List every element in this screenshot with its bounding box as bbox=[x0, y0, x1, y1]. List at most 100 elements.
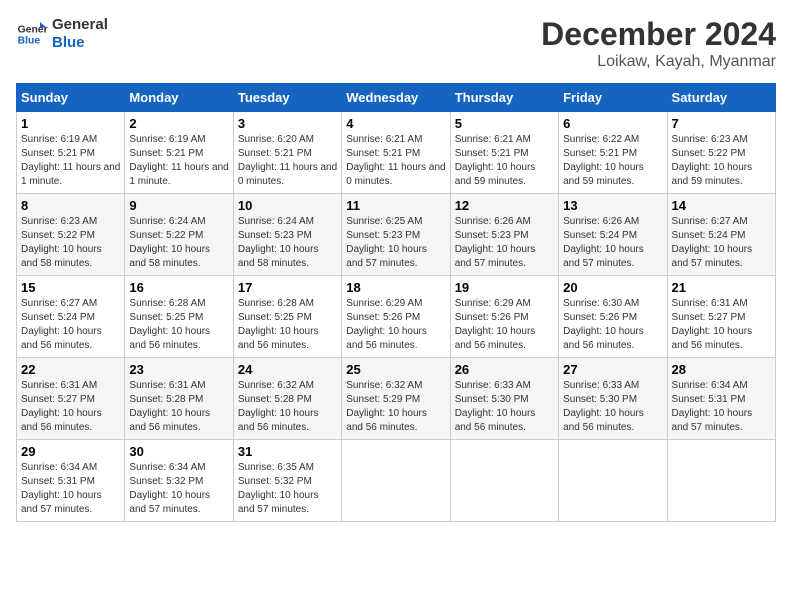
day-detail: Sunrise: 6:34 AM Sunset: 5:32 PM Dayligh… bbox=[129, 461, 228, 517]
day-cell: 31 Sunrise: 6:35 AM Sunset: 5:32 PM Dayl… bbox=[233, 440, 341, 522]
day-detail: Sunrise: 6:31 AM Sunset: 5:27 PM Dayligh… bbox=[672, 297, 771, 353]
day-number: 1 bbox=[21, 116, 120, 131]
page-header: General Blue General Blue December 2024 … bbox=[16, 16, 776, 71]
calendar-header-row: SundayMondayTuesdayWednesdayThursdayFrid… bbox=[17, 84, 776, 112]
day-detail: Sunrise: 6:32 AM Sunset: 5:28 PM Dayligh… bbox=[238, 379, 337, 435]
day-cell: 22 Sunrise: 6:31 AM Sunset: 5:27 PM Dayl… bbox=[17, 358, 125, 440]
weekday-header-friday: Friday bbox=[559, 84, 667, 112]
day-detail: Sunrise: 6:34 AM Sunset: 5:31 PM Dayligh… bbox=[21, 461, 120, 517]
day-cell: 15 Sunrise: 6:27 AM Sunset: 5:24 PM Dayl… bbox=[17, 276, 125, 358]
weekday-header-saturday: Saturday bbox=[667, 84, 775, 112]
day-cell: 9 Sunrise: 6:24 AM Sunset: 5:22 PM Dayli… bbox=[125, 194, 233, 276]
day-detail: Sunrise: 6:26 AM Sunset: 5:23 PM Dayligh… bbox=[455, 215, 554, 271]
day-detail: Sunrise: 6:19 AM Sunset: 5:21 PM Dayligh… bbox=[21, 133, 120, 189]
day-cell: 30 Sunrise: 6:34 AM Sunset: 5:32 PM Dayl… bbox=[125, 440, 233, 522]
day-number: 7 bbox=[672, 116, 771, 131]
day-number: 31 bbox=[238, 444, 337, 459]
weekday-header-wednesday: Wednesday bbox=[342, 84, 450, 112]
day-cell bbox=[450, 440, 558, 522]
day-detail: Sunrise: 6:34 AM Sunset: 5:31 PM Dayligh… bbox=[672, 379, 771, 435]
week-row-2: 8 Sunrise: 6:23 AM Sunset: 5:22 PM Dayli… bbox=[17, 194, 776, 276]
day-detail: Sunrise: 6:21 AM Sunset: 5:21 PM Dayligh… bbox=[346, 133, 445, 189]
day-detail: Sunrise: 6:20 AM Sunset: 5:21 PM Dayligh… bbox=[238, 133, 337, 189]
day-cell: 24 Sunrise: 6:32 AM Sunset: 5:28 PM Dayl… bbox=[233, 358, 341, 440]
weekday-header-sunday: Sunday bbox=[17, 84, 125, 112]
day-detail: Sunrise: 6:19 AM Sunset: 5:21 PM Dayligh… bbox=[129, 133, 228, 189]
location-title: Loikaw, Kayah, Myanmar bbox=[541, 53, 776, 71]
logo-general: General bbox=[52, 16, 108, 34]
day-number: 27 bbox=[563, 362, 662, 377]
logo: General Blue General Blue bbox=[16, 16, 108, 52]
day-cell: 7 Sunrise: 6:23 AM Sunset: 5:22 PM Dayli… bbox=[667, 112, 775, 194]
day-number: 15 bbox=[21, 280, 120, 295]
day-cell: 28 Sunrise: 6:34 AM Sunset: 5:31 PM Dayl… bbox=[667, 358, 775, 440]
day-number: 30 bbox=[129, 444, 228, 459]
month-title: December 2024 bbox=[541, 16, 776, 53]
day-number: 18 bbox=[346, 280, 445, 295]
day-detail: Sunrise: 6:33 AM Sunset: 5:30 PM Dayligh… bbox=[455, 379, 554, 435]
day-detail: Sunrise: 6:23 AM Sunset: 5:22 PM Dayligh… bbox=[672, 133, 771, 189]
day-detail: Sunrise: 6:31 AM Sunset: 5:27 PM Dayligh… bbox=[21, 379, 120, 435]
week-row-5: 29 Sunrise: 6:34 AM Sunset: 5:31 PM Dayl… bbox=[17, 440, 776, 522]
day-number: 8 bbox=[21, 198, 120, 213]
day-number: 5 bbox=[455, 116, 554, 131]
day-detail: Sunrise: 6:24 AM Sunset: 5:22 PM Dayligh… bbox=[129, 215, 228, 271]
day-cell: 8 Sunrise: 6:23 AM Sunset: 5:22 PM Dayli… bbox=[17, 194, 125, 276]
day-number: 13 bbox=[563, 198, 662, 213]
day-number: 26 bbox=[455, 362, 554, 377]
week-row-1: 1 Sunrise: 6:19 AM Sunset: 5:21 PM Dayli… bbox=[17, 112, 776, 194]
day-cell: 16 Sunrise: 6:28 AM Sunset: 5:25 PM Dayl… bbox=[125, 276, 233, 358]
day-number: 12 bbox=[455, 198, 554, 213]
day-cell: 6 Sunrise: 6:22 AM Sunset: 5:21 PM Dayli… bbox=[559, 112, 667, 194]
day-cell: 26 Sunrise: 6:33 AM Sunset: 5:30 PM Dayl… bbox=[450, 358, 558, 440]
day-detail: Sunrise: 6:30 AM Sunset: 5:26 PM Dayligh… bbox=[563, 297, 662, 353]
day-detail: Sunrise: 6:24 AM Sunset: 5:23 PM Dayligh… bbox=[238, 215, 337, 271]
weekday-header-thursday: Thursday bbox=[450, 84, 558, 112]
day-detail: Sunrise: 6:23 AM Sunset: 5:22 PM Dayligh… bbox=[21, 215, 120, 271]
week-row-4: 22 Sunrise: 6:31 AM Sunset: 5:27 PM Dayl… bbox=[17, 358, 776, 440]
day-cell bbox=[342, 440, 450, 522]
day-detail: Sunrise: 6:29 AM Sunset: 5:26 PM Dayligh… bbox=[455, 297, 554, 353]
day-cell: 11 Sunrise: 6:25 AM Sunset: 5:23 PM Dayl… bbox=[342, 194, 450, 276]
calendar-table: SundayMondayTuesdayWednesdayThursdayFrid… bbox=[16, 83, 776, 522]
day-cell: 5 Sunrise: 6:21 AM Sunset: 5:21 PM Dayli… bbox=[450, 112, 558, 194]
day-cell: 17 Sunrise: 6:28 AM Sunset: 5:25 PM Dayl… bbox=[233, 276, 341, 358]
day-cell: 23 Sunrise: 6:31 AM Sunset: 5:28 PM Dayl… bbox=[125, 358, 233, 440]
day-number: 2 bbox=[129, 116, 228, 131]
day-cell: 29 Sunrise: 6:34 AM Sunset: 5:31 PM Dayl… bbox=[17, 440, 125, 522]
logo-blue: Blue bbox=[52, 34, 108, 52]
day-detail: Sunrise: 6:29 AM Sunset: 5:26 PM Dayligh… bbox=[346, 297, 445, 353]
week-row-3: 15 Sunrise: 6:27 AM Sunset: 5:24 PM Dayl… bbox=[17, 276, 776, 358]
day-number: 24 bbox=[238, 362, 337, 377]
day-detail: Sunrise: 6:26 AM Sunset: 5:24 PM Dayligh… bbox=[563, 215, 662, 271]
day-detail: Sunrise: 6:28 AM Sunset: 5:25 PM Dayligh… bbox=[129, 297, 228, 353]
day-detail: Sunrise: 6:35 AM Sunset: 5:32 PM Dayligh… bbox=[238, 461, 337, 517]
day-detail: Sunrise: 6:25 AM Sunset: 5:23 PM Dayligh… bbox=[346, 215, 445, 271]
day-cell: 12 Sunrise: 6:26 AM Sunset: 5:23 PM Dayl… bbox=[450, 194, 558, 276]
logo-icon: General Blue bbox=[16, 18, 48, 50]
day-cell: 3 Sunrise: 6:20 AM Sunset: 5:21 PM Dayli… bbox=[233, 112, 341, 194]
day-detail: Sunrise: 6:28 AM Sunset: 5:25 PM Dayligh… bbox=[238, 297, 337, 353]
day-detail: Sunrise: 6:27 AM Sunset: 5:24 PM Dayligh… bbox=[21, 297, 120, 353]
day-detail: Sunrise: 6:21 AM Sunset: 5:21 PM Dayligh… bbox=[455, 133, 554, 189]
day-number: 25 bbox=[346, 362, 445, 377]
day-number: 23 bbox=[129, 362, 228, 377]
day-number: 4 bbox=[346, 116, 445, 131]
day-cell: 4 Sunrise: 6:21 AM Sunset: 5:21 PM Dayli… bbox=[342, 112, 450, 194]
day-cell: 21 Sunrise: 6:31 AM Sunset: 5:27 PM Dayl… bbox=[667, 276, 775, 358]
day-number: 21 bbox=[672, 280, 771, 295]
day-cell: 2 Sunrise: 6:19 AM Sunset: 5:21 PM Dayli… bbox=[125, 112, 233, 194]
day-number: 20 bbox=[563, 280, 662, 295]
day-number: 19 bbox=[455, 280, 554, 295]
day-cell: 14 Sunrise: 6:27 AM Sunset: 5:24 PM Dayl… bbox=[667, 194, 775, 276]
day-cell: 20 Sunrise: 6:30 AM Sunset: 5:26 PM Dayl… bbox=[559, 276, 667, 358]
title-block: December 2024 Loikaw, Kayah, Myanmar bbox=[541, 16, 776, 71]
day-cell: 27 Sunrise: 6:33 AM Sunset: 5:30 PM Dayl… bbox=[559, 358, 667, 440]
day-cell: 1 Sunrise: 6:19 AM Sunset: 5:21 PM Dayli… bbox=[17, 112, 125, 194]
weekday-header-tuesday: Tuesday bbox=[233, 84, 341, 112]
day-cell: 25 Sunrise: 6:32 AM Sunset: 5:29 PM Dayl… bbox=[342, 358, 450, 440]
day-cell bbox=[559, 440, 667, 522]
day-cell bbox=[667, 440, 775, 522]
day-cell: 18 Sunrise: 6:29 AM Sunset: 5:26 PM Dayl… bbox=[342, 276, 450, 358]
day-detail: Sunrise: 6:22 AM Sunset: 5:21 PM Dayligh… bbox=[563, 133, 662, 189]
